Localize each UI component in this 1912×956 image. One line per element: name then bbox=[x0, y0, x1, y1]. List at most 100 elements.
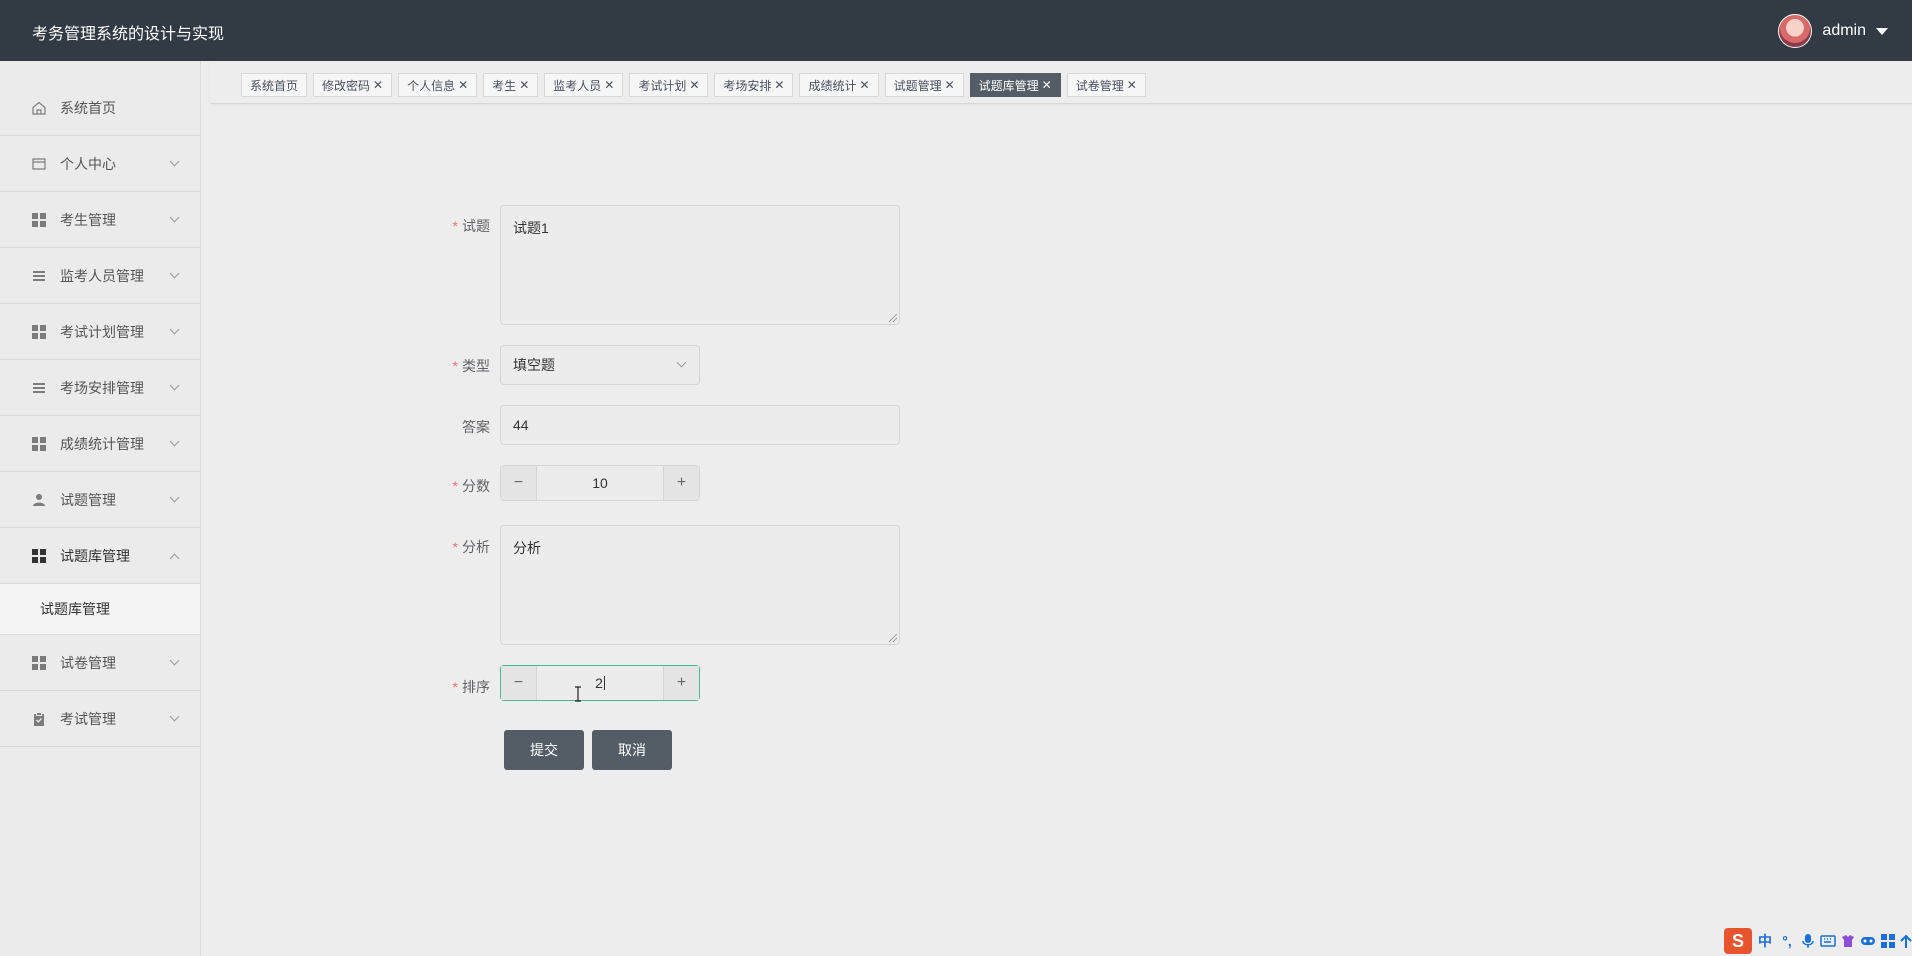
sidebar-item-exam[interactable]: 考试管理 bbox=[0, 691, 200, 747]
sidebar-item-label: 试题管理 bbox=[60, 491, 116, 508]
question-label: * 试题 bbox=[452, 218, 490, 234]
close-icon[interactable]: ✕ bbox=[860, 78, 870, 92]
user-menu[interactable]: admin bbox=[1778, 13, 1888, 49]
grid-icon bbox=[32, 549, 46, 563]
chevron-down-icon bbox=[169, 655, 180, 666]
close-icon[interactable]: ✕ bbox=[689, 78, 699, 92]
tab-exam-plan[interactable]: 考试计划 ✕ bbox=[629, 73, 709, 97]
plus-icon[interactable]: + bbox=[663, 666, 699, 700]
score-value[interactable]: 10 bbox=[537, 466, 663, 500]
ime-mode[interactable]: 中 bbox=[1756, 931, 1774, 951]
chevron-down-icon bbox=[169, 492, 180, 503]
plus-icon[interactable]: + bbox=[663, 466, 699, 500]
submenu-item-question-bank[interactable]: 试题库管理 bbox=[0, 584, 200, 635]
close-icon[interactable]: ✕ bbox=[604, 78, 614, 92]
submit-button[interactable]: 提交 bbox=[504, 730, 584, 770]
sidebar-item-score-stats[interactable]: 成绩统计管理 bbox=[0, 416, 200, 472]
top-header: 考务管理系统的设计与实现 admin bbox=[0, 0, 1912, 61]
tab-label: 监考人员 bbox=[553, 78, 602, 93]
card-icon bbox=[32, 158, 46, 170]
text-cursor bbox=[603, 676, 605, 690]
sidebar-item-personal-center[interactable]: 个人中心 bbox=[0, 136, 200, 192]
score-stepper[interactable]: − 10 + bbox=[500, 465, 700, 501]
sidebar-item-invigilator[interactable]: 监考人员管理 bbox=[0, 248, 200, 304]
minus-icon[interactable]: − bbox=[501, 466, 537, 500]
resize-grip-icon[interactable] bbox=[889, 634, 897, 642]
chevron-down-icon bbox=[169, 156, 180, 167]
sidebar-item-label: 监考人员管理 bbox=[60, 267, 144, 284]
tab-label: 考场安排 bbox=[723, 78, 772, 93]
caret-down-icon[interactable] bbox=[1876, 27, 1888, 35]
question-value: 试题1 bbox=[513, 220, 549, 236]
answer-input[interactable]: 44 bbox=[500, 405, 900, 445]
game-icon[interactable] bbox=[1860, 933, 1876, 949]
question-textarea[interactable]: 试题1 bbox=[500, 205, 900, 325]
close-icon[interactable]: ✕ bbox=[458, 78, 468, 92]
sidebar-item-exam-room[interactable]: 考场安排管理 bbox=[0, 360, 200, 416]
toolbox-icon[interactable] bbox=[1880, 933, 1896, 949]
tab-exam-room[interactable]: 考场安排 ✕ bbox=[714, 73, 794, 97]
sogou-logo-icon[interactable]: S bbox=[1724, 928, 1752, 954]
close-icon[interactable]: ✕ bbox=[373, 78, 383, 92]
microphone-icon[interactable] bbox=[1800, 933, 1816, 949]
sidebar-item-paper[interactable]: 试卷管理 bbox=[0, 635, 200, 691]
order-stepper[interactable]: − 2 + bbox=[500, 665, 700, 701]
list-icon bbox=[33, 271, 45, 281]
chevron-down-icon bbox=[169, 436, 180, 447]
sidebar-item-label: 成绩统计管理 bbox=[60, 435, 144, 452]
cancel-button[interactable]: 取消 bbox=[592, 730, 672, 770]
sidebar-item-label: 考试管理 bbox=[60, 710, 116, 727]
tab-change-password[interactable]: 修改密码 ✕ bbox=[313, 73, 393, 97]
grid-icon bbox=[32, 437, 46, 451]
analysis-value: 分析 bbox=[513, 540, 541, 556]
home-icon bbox=[32, 101, 46, 115]
tab-label: 试卷管理 bbox=[1075, 78, 1124, 93]
sidebar-item-label: 系统首页 bbox=[60, 99, 116, 116]
sidebar-item-label: 试题库管理 bbox=[60, 547, 130, 564]
minus-icon[interactable]: − bbox=[501, 666, 537, 700]
close-icon[interactable]: ✕ bbox=[519, 78, 529, 92]
tab-invigilator[interactable]: 监考人员 ✕ bbox=[544, 73, 624, 97]
close-icon[interactable]: ✕ bbox=[1042, 78, 1052, 92]
sidebar-item-exam-plan[interactable]: 考试计划管理 bbox=[0, 304, 200, 360]
order-value-field[interactable]: 2 bbox=[537, 666, 663, 700]
tab-label: 考生 bbox=[492, 78, 517, 93]
ime-punct[interactable]: °, bbox=[1778, 933, 1796, 949]
tab-score-stats[interactable]: 成绩统计 ✕ bbox=[799, 73, 879, 97]
sidebar-item-examinee[interactable]: 考生管理 bbox=[0, 192, 200, 248]
answer-value: 44 bbox=[513, 417, 529, 433]
close-icon[interactable]: ✕ bbox=[945, 78, 955, 92]
analysis-label: * 分析 bbox=[452, 539, 490, 555]
chevron-down-icon bbox=[169, 212, 180, 223]
tab-label: 试题库管理 bbox=[978, 78, 1039, 93]
chevron-down-icon bbox=[169, 324, 180, 335]
tab-label: 个人信息 bbox=[407, 78, 456, 93]
sidebar-item-label: 考试计划管理 bbox=[60, 323, 144, 340]
tab-label: 成绩统计 bbox=[808, 78, 857, 93]
sidebar-item-label: 考场安排管理 bbox=[60, 379, 144, 396]
avatar[interactable] bbox=[1778, 14, 1813, 48]
tab-home[interactable]: 系统首页 bbox=[241, 73, 308, 97]
more-icon[interactable] bbox=[1900, 933, 1912, 949]
tab-question-bank[interactable]: 试题库管理 ✕ bbox=[969, 73, 1061, 97]
tab-personal-info[interactable]: 个人信息 ✕ bbox=[398, 73, 478, 97]
sidebar-item-question[interactable]: 试题管理 bbox=[0, 472, 200, 528]
skin-icon[interactable] bbox=[1840, 933, 1856, 949]
close-icon[interactable]: ✕ bbox=[1127, 78, 1137, 92]
tab-question[interactable]: 试题管理 ✕ bbox=[884, 73, 964, 97]
sidebar-item-home[interactable]: 系统首页 bbox=[0, 80, 200, 136]
tab-examinee[interactable]: 考生 ✕ bbox=[483, 73, 539, 97]
keyboard-icon[interactable] bbox=[1820, 933, 1836, 949]
close-icon[interactable]: ✕ bbox=[774, 78, 784, 92]
sidebar: 系统首页 个人中心 考生管理 监考人员管理 考试计划管理 考场安排管理 成绩统计… bbox=[0, 61, 201, 956]
tab-paper[interactable]: 试卷管理 ✕ bbox=[1066, 73, 1146, 97]
chevron-down-icon bbox=[169, 711, 180, 722]
sidebar-item-label: 试卷管理 bbox=[60, 654, 116, 671]
resize-grip-icon[interactable] bbox=[889, 314, 897, 322]
analysis-textarea[interactable]: 分析 bbox=[500, 525, 900, 645]
type-select[interactable]: 填空题 bbox=[500, 345, 700, 385]
username[interactable]: admin bbox=[1822, 22, 1866, 40]
sidebar-item-question-bank[interactable]: 试题库管理 bbox=[0, 528, 200, 584]
tabs: 系统首页 修改密码 ✕ 个人信息 ✕ 考生 ✕ 监考人员 ✕ 考试计划 ✕ 考场安排 ✕ 成… bbox=[241, 73, 1146, 97]
chevron-down-icon bbox=[676, 357, 687, 368]
